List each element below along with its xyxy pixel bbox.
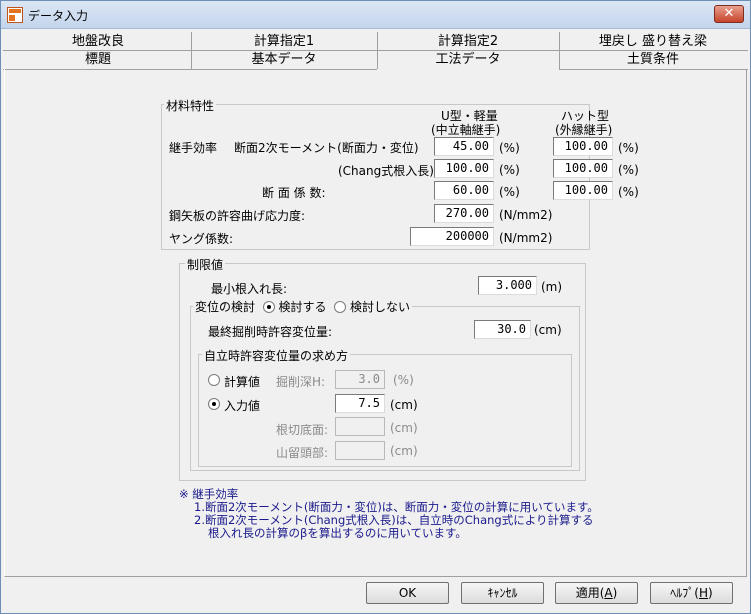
unit-pct: (%) xyxy=(499,185,520,199)
disp-check-on-radio[interactable] xyxy=(262,301,275,313)
note-line-3: 根入れ長の計算のβを算出するのに用いています。 xyxy=(208,526,467,540)
ok-button[interactable]: OK xyxy=(366,582,449,604)
modulus-u-input[interactable]: 60.00 xyxy=(434,181,494,200)
tab-soil-conditions[interactable]: 土質条件 xyxy=(559,50,747,70)
unit-stress: (N/mm2) xyxy=(499,231,553,245)
apply-button[interactable]: 適用(A) xyxy=(555,582,638,604)
final-disp-input[interactable]: 30.0 xyxy=(474,320,531,339)
unit-cm-disabled: (cm) xyxy=(390,444,418,458)
root-bottom-label: 根切底面: xyxy=(276,423,329,437)
chang-u-input[interactable]: 100.00 xyxy=(434,159,494,178)
tab-backfill[interactable]: 埋戻し 盛り替え梁 xyxy=(559,32,747,52)
input-value-radio[interactable] xyxy=(208,398,220,410)
allowable-stress-input[interactable]: 270.00 xyxy=(434,204,494,223)
min-embed-input[interactable]: 3.000 xyxy=(478,276,537,295)
col-u-subheader: (中立軸継手) xyxy=(431,123,501,137)
unit-pct-disabled: (%) xyxy=(393,373,414,387)
unit-pct: (%) xyxy=(499,141,520,155)
unit-m: (m) xyxy=(541,280,563,294)
material-group-title: 材料特性 xyxy=(164,97,217,114)
dialog-window: データ入力 ✕ 地盤改良 計算指定1 計算指定2 埋戻し 盛り替え梁 標題 基本… xyxy=(0,0,751,614)
root-bottom-input[interactable] xyxy=(335,417,385,436)
tab-calc-spec-2[interactable]: 計算指定2 xyxy=(377,32,559,52)
moment-u-input[interactable]: 45.00 xyxy=(434,137,494,156)
cancel-button[interactable]: ｷｬﾝｾﾙ xyxy=(461,582,544,604)
moment-hat-input[interactable]: 100.00 xyxy=(553,137,613,156)
close-button[interactable]: ✕ xyxy=(714,5,744,23)
limits-group-title: 制限値 xyxy=(185,256,226,273)
calc-value-radio[interactable] xyxy=(208,374,220,386)
apply-label: 適用 xyxy=(575,586,600,600)
modulus-hat-input[interactable]: 100.00 xyxy=(553,181,613,200)
dig-depth-input[interactable]: 3.0 xyxy=(335,370,385,389)
disp-check-header: 変位の検討 検討する 検討しない xyxy=(193,298,412,316)
unit-cm: (cm) xyxy=(534,323,562,337)
help-label: ﾍﾙﾌﾟ xyxy=(670,586,695,600)
dig-depth-label: 掘削深H: xyxy=(276,375,326,389)
input-value-field[interactable]: 7.5 xyxy=(335,394,385,413)
tab-basic-data[interactable]: 基本データ xyxy=(191,50,377,70)
unit-stress: (N/mm2) xyxy=(499,208,553,222)
disp-check-off-radio[interactable] xyxy=(334,301,347,313)
tab-row-divider xyxy=(3,50,748,51)
chang-hat-input[interactable]: 100.00 xyxy=(553,159,613,178)
app-icon xyxy=(7,7,23,23)
tab-ground-improvement[interactable]: 地盤改良 xyxy=(5,32,191,52)
input-value-label[interactable]: 入力値 xyxy=(224,397,260,414)
unit-pct: (%) xyxy=(499,163,520,177)
title-bar: データ入力 ✕ xyxy=(1,1,750,29)
unit-cm: (cm) xyxy=(390,398,418,412)
section-modulus-label: 断 面 係 数: xyxy=(262,186,326,200)
tab-title[interactable]: 標題 xyxy=(5,50,191,70)
help-button[interactable]: ﾍﾙﾌﾟ(H) xyxy=(650,582,733,604)
help-accel: H xyxy=(698,586,709,600)
min-embed-label: 最小根入れ長: xyxy=(211,282,288,296)
young-input[interactable]: 200000 xyxy=(410,227,494,246)
allowable-stress-label: 鋼矢板の許容曲げ応力度: xyxy=(169,209,306,223)
apply-accel: A xyxy=(604,586,613,600)
free-disp-group-title: 自立時許容変位量の求め方 xyxy=(202,347,351,364)
unit-cm-disabled: (cm) xyxy=(390,421,418,435)
unit-pct: (%) xyxy=(618,141,639,155)
unit-pct: (%) xyxy=(618,185,639,199)
chang-label: (Chang式根入長) xyxy=(338,164,434,178)
unit-pct: (%) xyxy=(618,163,639,177)
tab-method-data[interactable]: 工法データ xyxy=(377,50,559,70)
disp-check-title: 変位の検討 xyxy=(195,300,256,314)
window-title: データ入力 xyxy=(28,9,89,23)
calc-value-label[interactable]: 計算値 xyxy=(224,373,260,390)
final-disp-label: 最終掘削時許容変位量: xyxy=(208,325,333,339)
pile-top-input[interactable] xyxy=(335,441,385,460)
young-label: ヤング係数: xyxy=(169,232,234,246)
col-hat-subheader: (外縁継手) xyxy=(555,123,613,137)
joint-efficiency-label: 継手効率 xyxy=(169,141,218,155)
disp-check-off-label[interactable]: 検討しない xyxy=(350,300,410,314)
disp-check-on-label[interactable]: 検討する xyxy=(278,300,326,314)
tab-calc-spec-1[interactable]: 計算指定1 xyxy=(191,32,377,52)
pile-top-label: 山留頭部: xyxy=(276,446,329,460)
moment-label: 断面2次モーメント(断面力・変位) xyxy=(234,141,419,155)
